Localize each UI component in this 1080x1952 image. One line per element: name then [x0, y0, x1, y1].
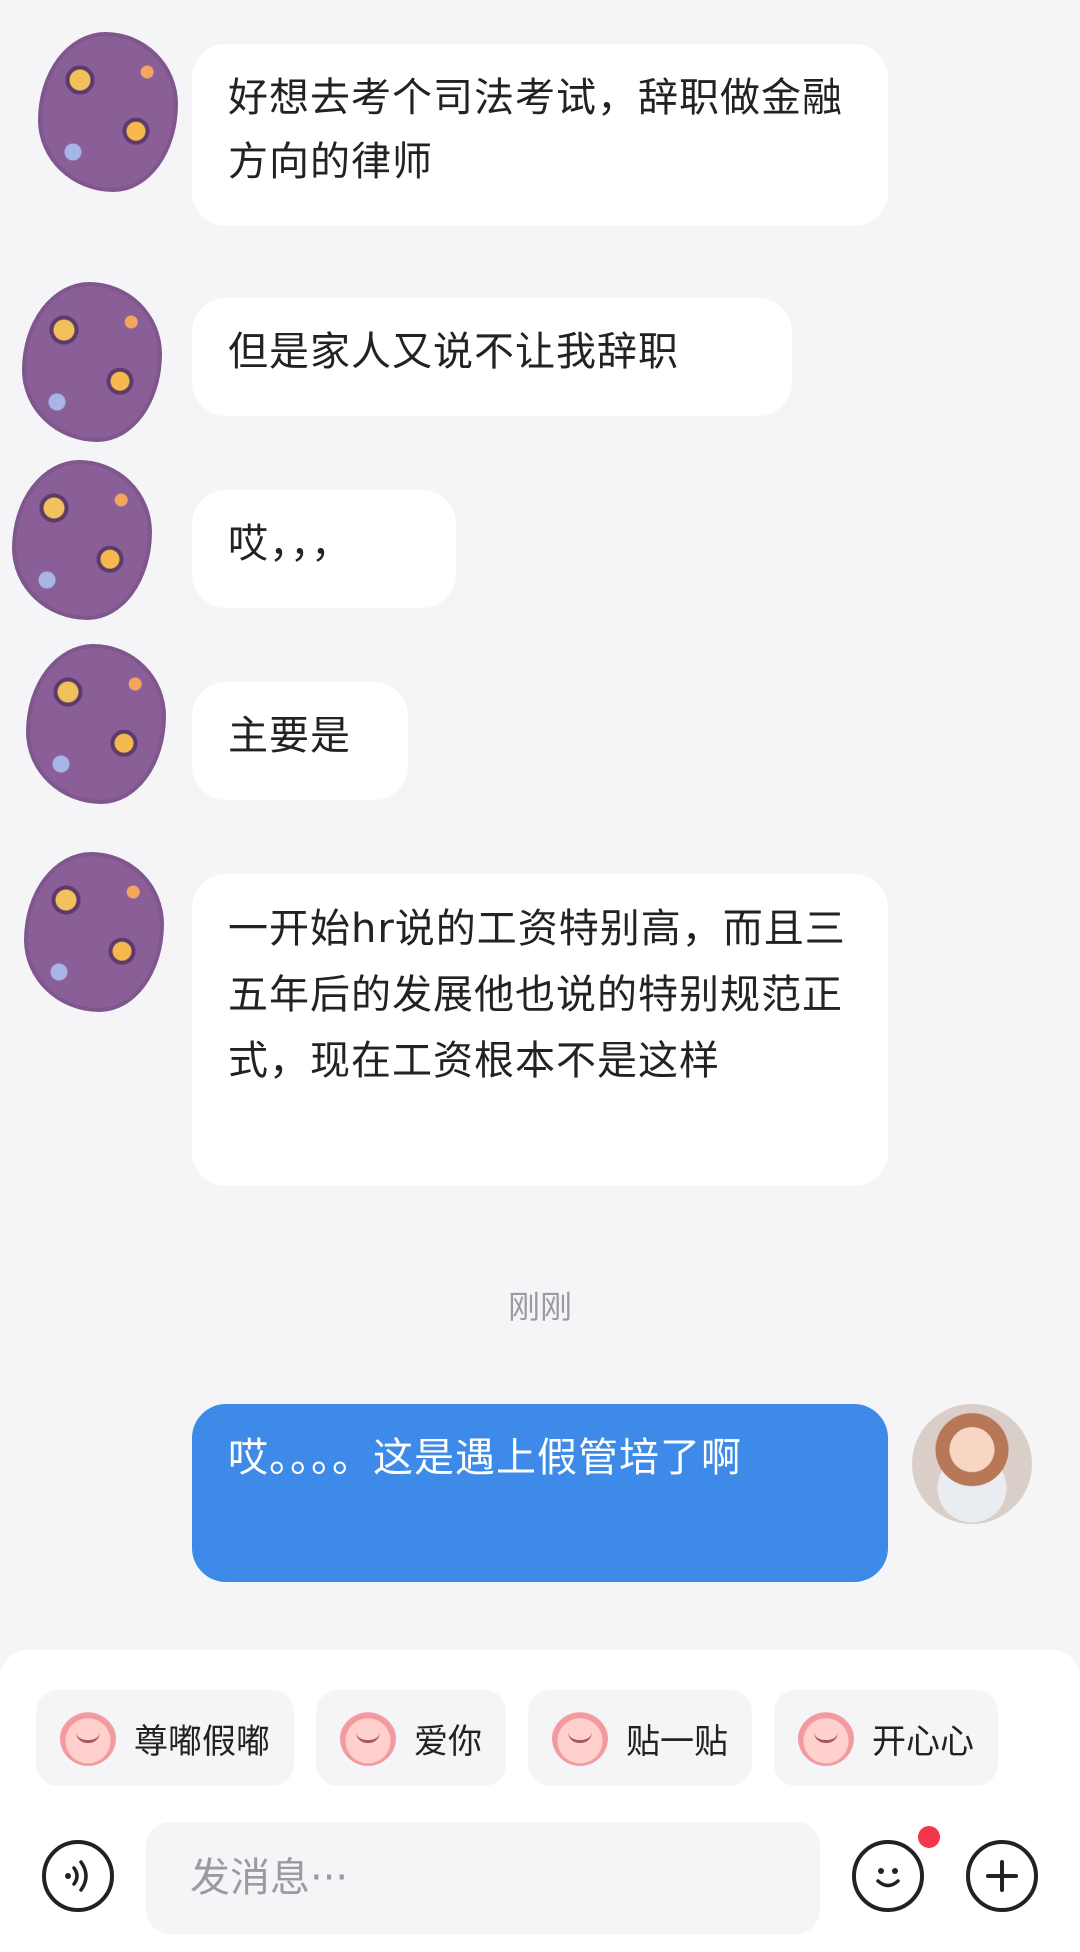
my-message-bubble[interactable]: 哎。。。。这是遇上假管培了啊 [192, 1404, 888, 1582]
message-timestamp: 刚刚 [507, 1288, 572, 1326]
message-bubble[interactable]: 好想去考个司法考试，辞职做金融方向的律师 [192, 44, 888, 226]
sticker-icon [340, 1710, 396, 1766]
contact-avatar[interactable] [22, 282, 162, 442]
message-bubble[interactable]: 一开始hr说的工资特别高，而且三五年后的发展他也说的特别规范正式，现在工资根本不… [192, 874, 888, 1186]
message-text: 一开始hr说的工资特别高，而且三五年后的发展他也说的特别规范正式，现在工资根本不… [228, 906, 846, 1084]
emoji-button[interactable] [852, 1840, 924, 1912]
sticker-icon [798, 1710, 854, 1766]
quick-reply-label: 尊嘟假嘟 [134, 1721, 270, 1762]
message-bubble[interactable]: 主要是 [192, 682, 408, 800]
voice-icon [65, 1860, 88, 1892]
input-bar [0, 1818, 1080, 1938]
contact-avatar[interactable] [24, 852, 164, 1012]
plus-button[interactable] [966, 1840, 1038, 1912]
notification-dot [918, 1826, 940, 1848]
contact-avatar[interactable] [12, 460, 152, 620]
message-text: 但是家人又说不让我辞职 [228, 329, 679, 375]
message-text: 哎。。。。这是遇上假管培了啊 [228, 1435, 742, 1481]
quick-reply-chip[interactable]: 开心心 [774, 1690, 998, 1786]
contact-avatar[interactable] [38, 32, 178, 192]
quick-reply-label: 爱你 [414, 1721, 482, 1762]
voice-button[interactable] [42, 1840, 114, 1912]
quick-reply-chip[interactable]: 贴一贴 [528, 1690, 752, 1786]
my-avatar[interactable] [912, 1404, 1032, 1524]
sticker-icon [552, 1710, 608, 1766]
chat-area[interactable]: 好想去考个司法考试，辞职做金融方向的律师 但是家人又说不让我辞职 哎，，， 主要… [0, 0, 1080, 1650]
message-bubble[interactable]: 但是家人又说不让我辞职 [192, 298, 792, 416]
contact-avatar[interactable] [26, 644, 166, 804]
message-bubble[interactable]: 哎，，， [192, 490, 456, 608]
message-text: 哎，，， [228, 521, 352, 567]
emoji-icon [876, 1868, 900, 1888]
quick-reply-chip[interactable]: 尊嘟假嘟 [36, 1690, 294, 1786]
plus-icon [986, 1860, 1018, 1892]
message-text: 主要是 [228, 713, 351, 759]
quick-reply-label: 开心心 [872, 1721, 974, 1762]
quick-reply-label: 贴一贴 [626, 1721, 728, 1762]
quick-reply-bar[interactable]: 尊嘟假嘟 爱你 贴一贴 开心心 [36, 1690, 1080, 1786]
quick-reply-chip[interactable]: 爱你 [316, 1690, 506, 1786]
message-text: 好想去考个司法考试，辞职做金融方向的律师 [228, 75, 843, 185]
bottom-panel: 尊嘟假嘟 爱你 贴一贴 开心心 [0, 1650, 1080, 1952]
message-input[interactable] [146, 1822, 820, 1934]
sticker-icon [60, 1710, 116, 1766]
